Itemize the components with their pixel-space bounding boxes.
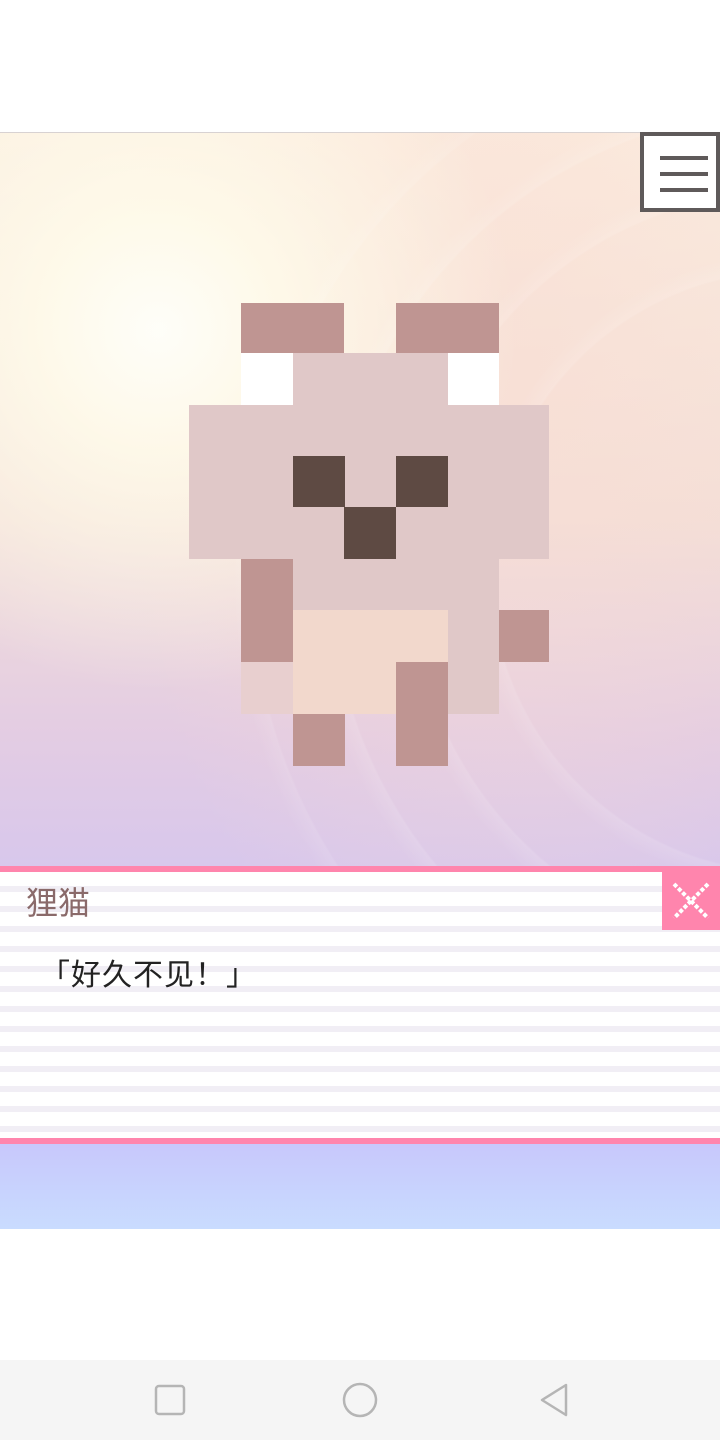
system-navigation-bar bbox=[0, 1360, 720, 1440]
back-triangle-icon bbox=[540, 1383, 568, 1417]
back-button[interactable] bbox=[534, 1380, 574, 1420]
close-dialog-button[interactable] bbox=[662, 872, 720, 930]
close-x-icon bbox=[672, 882, 710, 920]
hamburger-menu-icon bbox=[660, 156, 708, 192]
recent-apps-button[interactable] bbox=[150, 1380, 190, 1420]
recent-apps-square-icon bbox=[154, 1384, 186, 1416]
home-circle-icon bbox=[342, 1382, 378, 1418]
status-area-blank bbox=[0, 0, 720, 132]
home-button[interactable] bbox=[340, 1380, 380, 1420]
bottom-blank-area bbox=[0, 1229, 720, 1360]
dialog-box[interactable]: 狸猫 「好久不见！」 bbox=[0, 866, 720, 1144]
speaker-name: 狸猫 bbox=[26, 884, 91, 922]
menu-button[interactable] bbox=[640, 132, 720, 212]
dialog-text: 「好久不见！」 bbox=[40, 958, 257, 993]
